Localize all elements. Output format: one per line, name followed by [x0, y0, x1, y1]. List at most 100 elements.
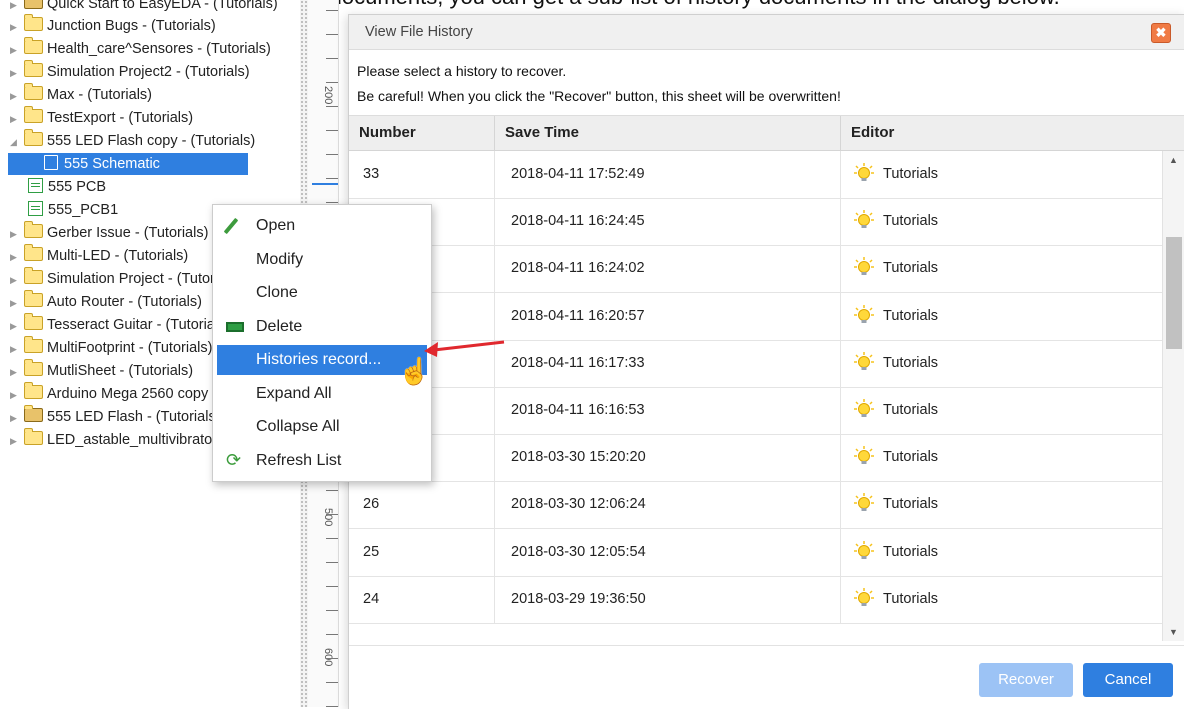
tree-item-label: Max - (Tutorials) [47, 87, 152, 103]
ruler-tick [326, 658, 338, 659]
collapsed-arrow-icon[interactable]: ▶ [10, 0, 20, 16]
tree-item[interactable]: ▶ Tesseract Guitar - (Tutorials) [10, 313, 231, 337]
menu-item-collapse-all[interactable]: Collapse All [217, 412, 427, 442]
tree-item[interactable]: ▶ Gerber Issue - (Tutorials) [10, 221, 208, 245]
save-time-cell: 2018-03-30 12:05:54 [495, 528, 841, 576]
tree-item[interactable]: ◢ 555 LED Flash copy - (Tutorials) [10, 129, 256, 153]
lightbulb-icon [854, 587, 874, 606]
number-cell: 33 [349, 151, 495, 198]
dialog-header[interactable]: View File History ✖ [349, 15, 1184, 50]
menu-item-clone[interactable]: Clone [217, 278, 427, 308]
folder-icon [24, 313, 43, 330]
tree-item-label: Tesseract Guitar - (Tutorials) [47, 317, 231, 333]
ruler-position-marker [312, 183, 338, 185]
collapsed-arrow-icon[interactable]: ▶ [10, 223, 20, 245]
cancel-button[interactable]: Cancel [1083, 663, 1173, 697]
ruler-tick [326, 82, 338, 83]
tree-item[interactable]: 555_PCB1 [28, 199, 118, 221]
tree-item[interactable]: ▶ Quick Start to EasyEDA - (Tutorials) [10, 0, 278, 15]
folder-icon [24, 336, 43, 353]
collapsed-arrow-icon[interactable]: ▶ [10, 384, 20, 406]
editor-cell: Tutorials [841, 151, 1163, 198]
tree-item[interactable]: ▶ Simulation Project2 - (Tutorials) [10, 60, 250, 84]
save-time-cell: 2018-04-11 16:24:45 [495, 198, 841, 246]
table-row[interactable]: 2018-03-30 15:20:20 Tutorials [349, 434, 1163, 483]
tree-item[interactable]: ▶ MultiFootprint - (Tutorials) [10, 336, 212, 360]
menu-item-delete[interactable]: Delete [217, 312, 427, 342]
collapsed-arrow-icon[interactable]: ▶ [10, 338, 20, 360]
collapsed-arrow-icon[interactable]: ▶ [10, 315, 20, 337]
tree-item-label: Simulation Project2 - (Tutorials) [47, 64, 250, 80]
tree-item[interactable]: 555 Schematic [8, 153, 248, 175]
tree-item-label: 555_PCB1 [48, 202, 119, 218]
ruler-label-200: 200 [322, 86, 334, 105]
menu-item-histories-record[interactable]: Histories record... [217, 345, 427, 375]
collapsed-arrow-icon[interactable]: ▶ [10, 269, 20, 291]
collapsed-arrow-icon[interactable]: ▶ [10, 430, 20, 452]
editor-name: Tutorials [883, 496, 939, 513]
close-icon[interactable]: ✖ [1151, 23, 1171, 43]
recover-button[interactable]: Recover [979, 663, 1073, 697]
menu-item-label: Expand All [256, 384, 332, 402]
column-header-editor[interactable]: Editor [841, 116, 1184, 150]
collapsed-arrow-icon[interactable]: ▶ [10, 85, 20, 107]
tree-item[interactable]: ▶ Max - (Tutorials) [10, 83, 152, 107]
editor-cell: Tutorials [841, 434, 1163, 481]
tree-item[interactable]: 555 PCB [28, 176, 106, 198]
editor-name: Tutorials [883, 307, 939, 324]
menu-item-label: Collapse All [256, 418, 340, 435]
column-header-save-time[interactable]: Save Time [495, 116, 841, 150]
tree-item[interactable]: ▶ Simulation Project - (Tutorials) [10, 267, 241, 291]
number-cell: 24 [349, 575, 495, 623]
table-row[interactable]: 26 2018-03-30 12:06:24 Tutorials [349, 481, 1163, 530]
tree-item[interactable]: ▶ MutliSheet - (Tutorials) [10, 359, 194, 383]
tree-item[interactable]: ▶ TestExport - (Tutorials) [10, 106, 194, 130]
tree-item-label: TestExport - (Tutorials) [47, 110, 194, 126]
column-header-number[interactable]: Number [349, 116, 495, 150]
table-row[interactable]: 33 2018-04-11 17:52:49 Tutorials [349, 151, 1163, 199]
folder-icon [24, 405, 43, 422]
collapsed-arrow-icon[interactable]: ▶ [10, 16, 20, 38]
table-row[interactable]: 2018-04-11 16:24:02 Tutorials [349, 245, 1163, 294]
collapsed-arrow-icon[interactable]: ▶ [10, 39, 20, 61]
collapsed-arrow-icon[interactable]: ▶ [10, 361, 20, 383]
collapsed-arrow-icon[interactable]: ▶ [10, 108, 20, 130]
collapsed-arrow-icon[interactable]: ▶ [10, 62, 20, 84]
pcb-icon [28, 178, 43, 193]
ruler-tick [326, 538, 338, 539]
folder-icon [24, 60, 43, 77]
table-row[interactable]: 2018-04-11 16:16:53 Tutorials [349, 387, 1163, 435]
tree-item[interactable]: ▶ Multi-LED - (Tutorials) [10, 244, 189, 268]
tree-item[interactable]: ▶ Health_care^Sensores - (Tutorials) [10, 37, 271, 61]
expanded-arrow-icon[interactable]: ◢ [10, 131, 20, 153]
tree-item-label: 555 LED Flash copy - (Tutorials) [47, 133, 256, 149]
table-row[interactable]: 24 2018-03-29 19:36:50 Tutorials [349, 575, 1163, 624]
ruler-tick [326, 106, 338, 107]
menu-item-refresh-list[interactable]: ⟳ Refresh List [217, 446, 427, 476]
tree-item-label: Junction Bugs - (Tutorials) [47, 18, 216, 34]
menu-item-label: Modify [256, 250, 304, 268]
menu-item-open[interactable]: Open [217, 211, 427, 241]
tree-item[interactable]: ▶ Auto Router - (Tutorials) [10, 290, 202, 314]
folder-icon [24, 129, 43, 146]
save-time-cell: 2018-04-11 16:17:33 [495, 339, 841, 387]
tree-item[interactable]: ▶ Junction Bugs - (Tutorials) [10, 14, 216, 38]
tree-item-label: MutliSheet - (Tutorials) [47, 363, 194, 379]
tree-item-label: Multi-LED - (Tutorials) [47, 248, 189, 264]
tree-item[interactable]: ▶ 555 LED Flash - (Tutorials) [10, 405, 221, 429]
table-row[interactable]: 25 2018-03-30 12:05:54 Tutorials [349, 528, 1163, 577]
editor-name: Tutorials [883, 402, 939, 418]
scroll-down-icon[interactable]: ▼ [1169, 627, 1178, 637]
collapsed-arrow-icon[interactable]: ▶ [10, 246, 20, 268]
folder-icon [24, 0, 43, 9]
table-row[interactable]: 2018-04-11 16:24:45 Tutorials [349, 198, 1163, 247]
menu-item-expand-all[interactable]: Expand All [217, 379, 427, 409]
number-cell: 25 [349, 528, 495, 576]
menu-item-modify[interactable]: Modify [217, 245, 427, 275]
scroll-up-icon[interactable]: ▲ [1169, 155, 1178, 165]
table-scrollbar[interactable]: ▲ ▼ [1162, 151, 1184, 641]
scrollbar-thumb[interactable] [1166, 237, 1182, 349]
collapsed-arrow-icon[interactable]: ▶ [10, 407, 20, 429]
editor-cell: Tutorials [841, 245, 1163, 292]
collapsed-arrow-icon[interactable]: ▶ [10, 292, 20, 314]
